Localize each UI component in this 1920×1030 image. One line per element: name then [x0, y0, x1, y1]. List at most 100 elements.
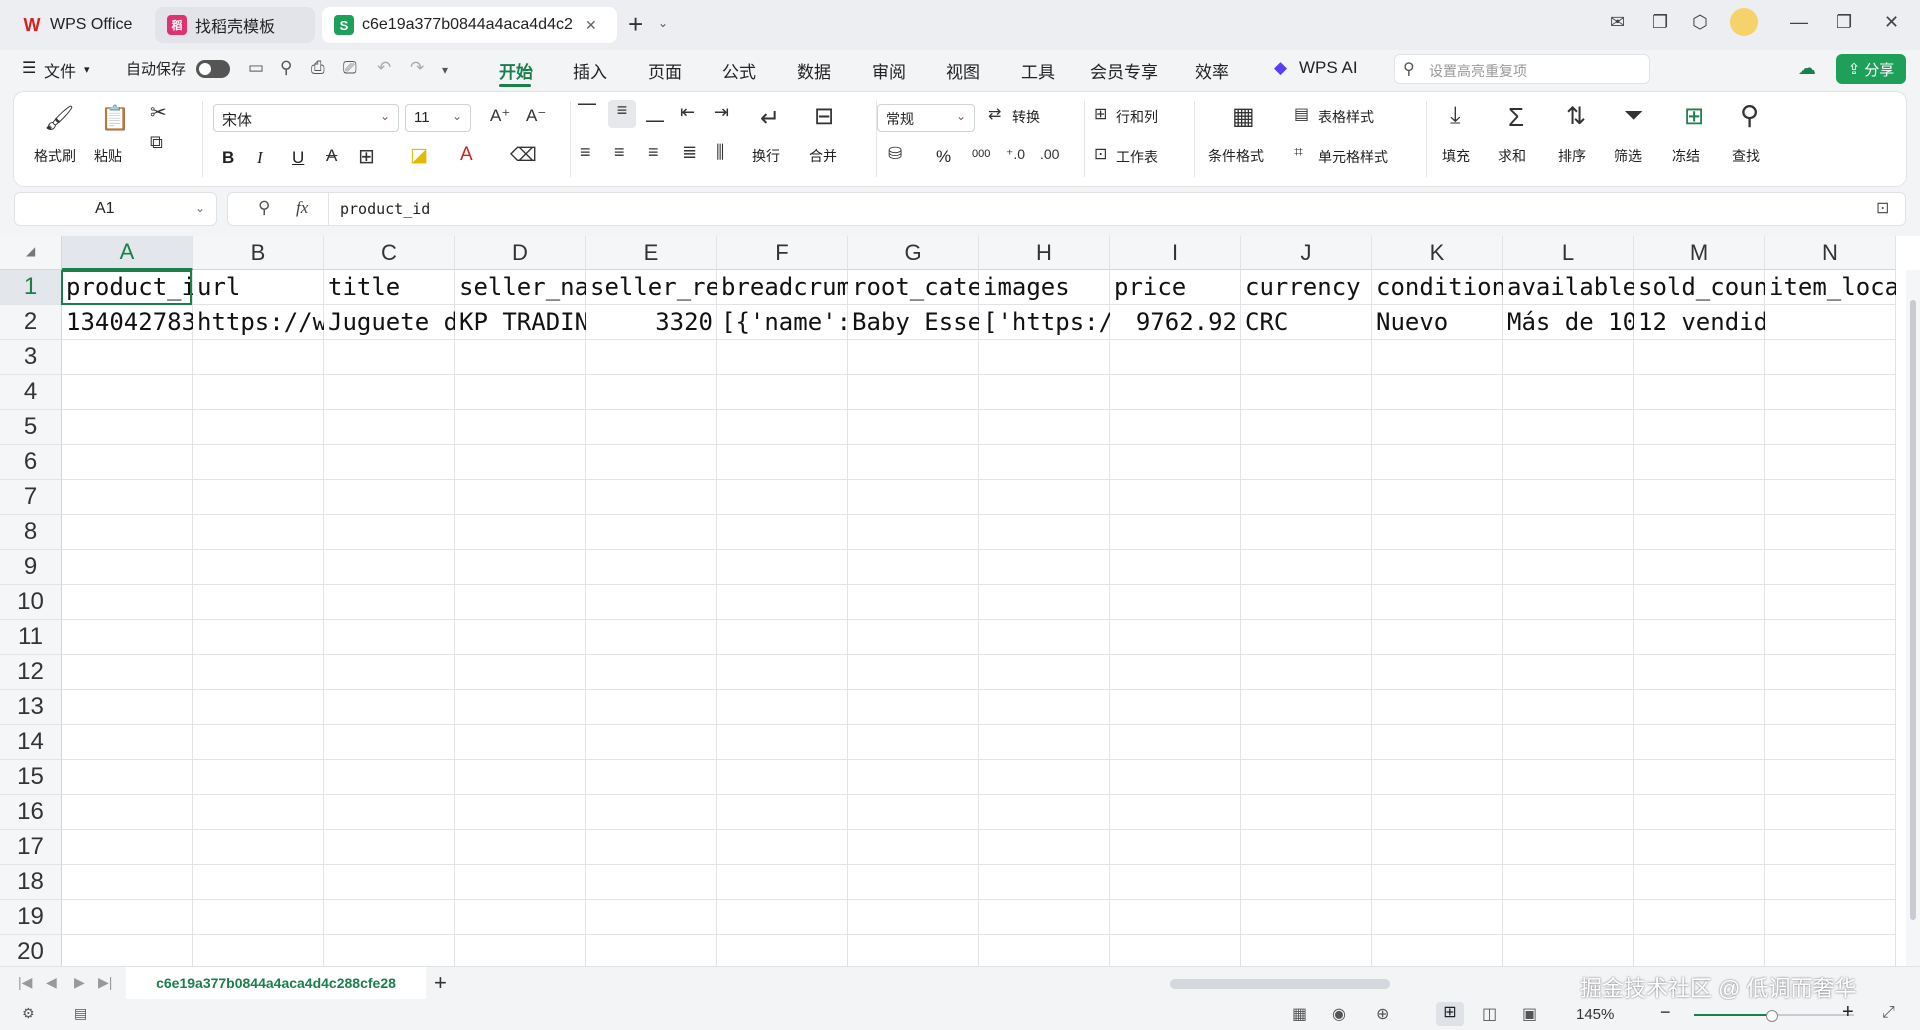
clear-icon[interactable]: ⌫ [510, 144, 537, 167]
cell-h2[interactable]: ['https:/ [979, 305, 1110, 340]
row-header-3[interactable]: 3 [0, 340, 62, 375]
hamburger-icon[interactable]: ☰ [22, 58, 36, 78]
save-icon[interactable]: ▭ [248, 58, 264, 78]
convert-icon[interactable]: ⇄ [988, 104, 1001, 124]
conditional-format-label[interactable]: 条件格式 [1208, 146, 1264, 166]
zoom-out-button[interactable]: − [1660, 1002, 1671, 1023]
tab-insert[interactable]: 插入 [573, 58, 607, 83]
column-header-i[interactable]: I [1110, 236, 1241, 270]
row-header-9[interactable]: 9 [0, 550, 62, 585]
row-header-11[interactable]: 11 [0, 620, 62, 655]
increase-font-icon[interactable]: A⁺ [490, 106, 510, 126]
freeze-label[interactable]: 冻结 [1672, 146, 1700, 166]
zoom-level[interactable]: 145% [1576, 1006, 1614, 1023]
vertical-scrollbar[interactable] [1906, 270, 1920, 966]
cell-c1[interactable]: title [324, 270, 455, 305]
paste-icon[interactable]: 📋 [100, 104, 130, 133]
row-header-6[interactable]: 6 [0, 445, 62, 480]
outdent-icon[interactable]: ⇤ [680, 102, 695, 123]
decrease-decimal-icon[interactable]: .00 [1040, 146, 1059, 162]
row-header-8[interactable]: 8 [0, 515, 62, 550]
row-header-13[interactable]: 13 [0, 690, 62, 725]
chevron-down-icon[interactable]: ▾ [84, 63, 90, 76]
justify-icon[interactable]: ≣ [682, 142, 697, 163]
macro-icon[interactable]: ⚙ [22, 1005, 35, 1022]
freeze-icon[interactable]: ⊞ [1684, 102, 1704, 131]
read-mode-icon[interactable]: ▦ [1292, 1004, 1307, 1024]
tab-efficiency[interactable]: 效率 [1195, 58, 1229, 83]
strikethrough-icon[interactable]: A [326, 146, 337, 166]
sort-label[interactable]: 排序 [1558, 146, 1586, 166]
cell-n2[interactable] [1765, 305, 1896, 340]
column-header-j[interactable]: J [1241, 236, 1372, 270]
row-header-12[interactable]: 12 [0, 655, 62, 690]
distribute-icon[interactable]: ⫼ [716, 142, 724, 163]
font-name-select[interactable]: 宋体 ⌄ [213, 104, 399, 132]
tab-spreadsheet[interactable]: S c6e19a377b0844a4aca4d4c2 ✕ [322, 7, 617, 43]
column-header-h[interactable]: H [979, 236, 1110, 270]
worksheet-icon[interactable]: ⊡ [1094, 144, 1107, 164]
paste-label[interactable]: 粘贴 [94, 146, 122, 166]
copy-icon[interactable]: ⧉ [150, 132, 163, 153]
find-icon[interactable]: ⚲ [1740, 100, 1759, 131]
cell-k2[interactable]: Nuevo [1372, 305, 1503, 340]
column-header-m[interactable]: M [1634, 236, 1765, 270]
convert-label[interactable]: 转换 [1012, 107, 1040, 127]
normal-view-icon[interactable]: ⊞ [1436, 1002, 1464, 1026]
window-icon[interactable]: ❐ [1652, 12, 1668, 33]
eye-protect-icon[interactable]: ◉ [1332, 1004, 1346, 1024]
column-header-d[interactable]: D [455, 236, 586, 270]
add-sheet-button[interactable]: + [434, 970, 447, 996]
first-sheet-icon[interactable]: |◀ [18, 974, 32, 991]
tab-list-chevron-icon[interactable]: ⌄ [658, 16, 668, 30]
column-header-k[interactable]: K [1372, 236, 1503, 270]
cell-n1[interactable]: item_loca [1765, 270, 1896, 305]
cell-h1[interactable]: images [979, 270, 1110, 305]
cell-f1[interactable]: breadcrum [717, 270, 848, 305]
panel-icon[interactable]: ▤ [74, 1005, 87, 1022]
zoom-in-button[interactable]: + [1842, 1001, 1854, 1024]
new-tab-button[interactable]: + [628, 9, 643, 40]
thousands-button[interactable]: 000 [972, 148, 990, 160]
sort-icon[interactable]: ⇅ [1566, 102, 1586, 131]
wps-ai-button[interactable]: WPS AI [1299, 58, 1358, 78]
tab-review[interactable]: 审阅 [872, 58, 906, 83]
last-sheet-icon[interactable]: ▶| [98, 974, 112, 991]
redo-icon[interactable]: ↷ [410, 58, 424, 78]
cell-d2[interactable]: KP TRADIN [455, 305, 586, 340]
page-view-icon[interactable]: ▣ [1522, 1004, 1537, 1024]
tab-template[interactable]: 稻 找稻壳模板 [155, 7, 315, 43]
number-format-select[interactable]: 常规 ⌄ [877, 104, 975, 132]
cell-g1[interactable]: root_cate [848, 270, 979, 305]
row-header-4[interactable]: 4 [0, 375, 62, 410]
tab-wps-office[interactable]: W WPS Office [10, 7, 148, 43]
row-header-5[interactable]: 5 [0, 410, 62, 445]
close-tab-icon[interactable]: ✕ [585, 17, 597, 34]
link-icon[interactable]: ⚲ [280, 58, 292, 78]
cell-m2[interactable]: 12 vendido [1634, 305, 1765, 340]
row-header-16[interactable]: 16 [0, 795, 62, 830]
column-header-g[interactable]: G [848, 236, 979, 270]
next-sheet-icon[interactable]: ▶ [74, 974, 85, 991]
fill-icon[interactable]: ⤓ [1450, 102, 1461, 130]
cut-icon[interactable]: ✂ [150, 100, 167, 125]
row-header-20[interactable]: 20 [0, 935, 62, 970]
restore-icon[interactable]: ❐ [1836, 12, 1852, 33]
wrap-label[interactable]: 换行 [752, 146, 780, 166]
cell-a2[interactable]: 134042783 [62, 305, 193, 340]
rows-cols-icon[interactable]: ⊞ [1094, 104, 1107, 124]
column-header-l[interactable]: L [1503, 236, 1634, 270]
cell-style-icon[interactable]: ⌗ [1294, 144, 1303, 162]
merge-icon[interactable]: ⊟ [814, 102, 834, 131]
split-view-icon[interactable]: ◫ [1482, 1004, 1497, 1024]
cell-l2[interactable]: Más de 10 [1503, 305, 1634, 340]
percent-button[interactable]: % [936, 147, 951, 167]
cell-k1[interactable]: condition [1372, 270, 1503, 305]
tab-view[interactable]: 视图 [946, 58, 980, 83]
row-header-2[interactable]: 2 [0, 305, 62, 340]
sum-icon[interactable]: Σ [1508, 102, 1524, 133]
cell-e1[interactable]: seller_re [586, 270, 717, 305]
crosshair-icon[interactable]: ⊕ [1376, 1004, 1389, 1024]
cell-d1[interactable]: seller_na [455, 270, 586, 305]
row-header-17[interactable]: 17 [0, 830, 62, 865]
